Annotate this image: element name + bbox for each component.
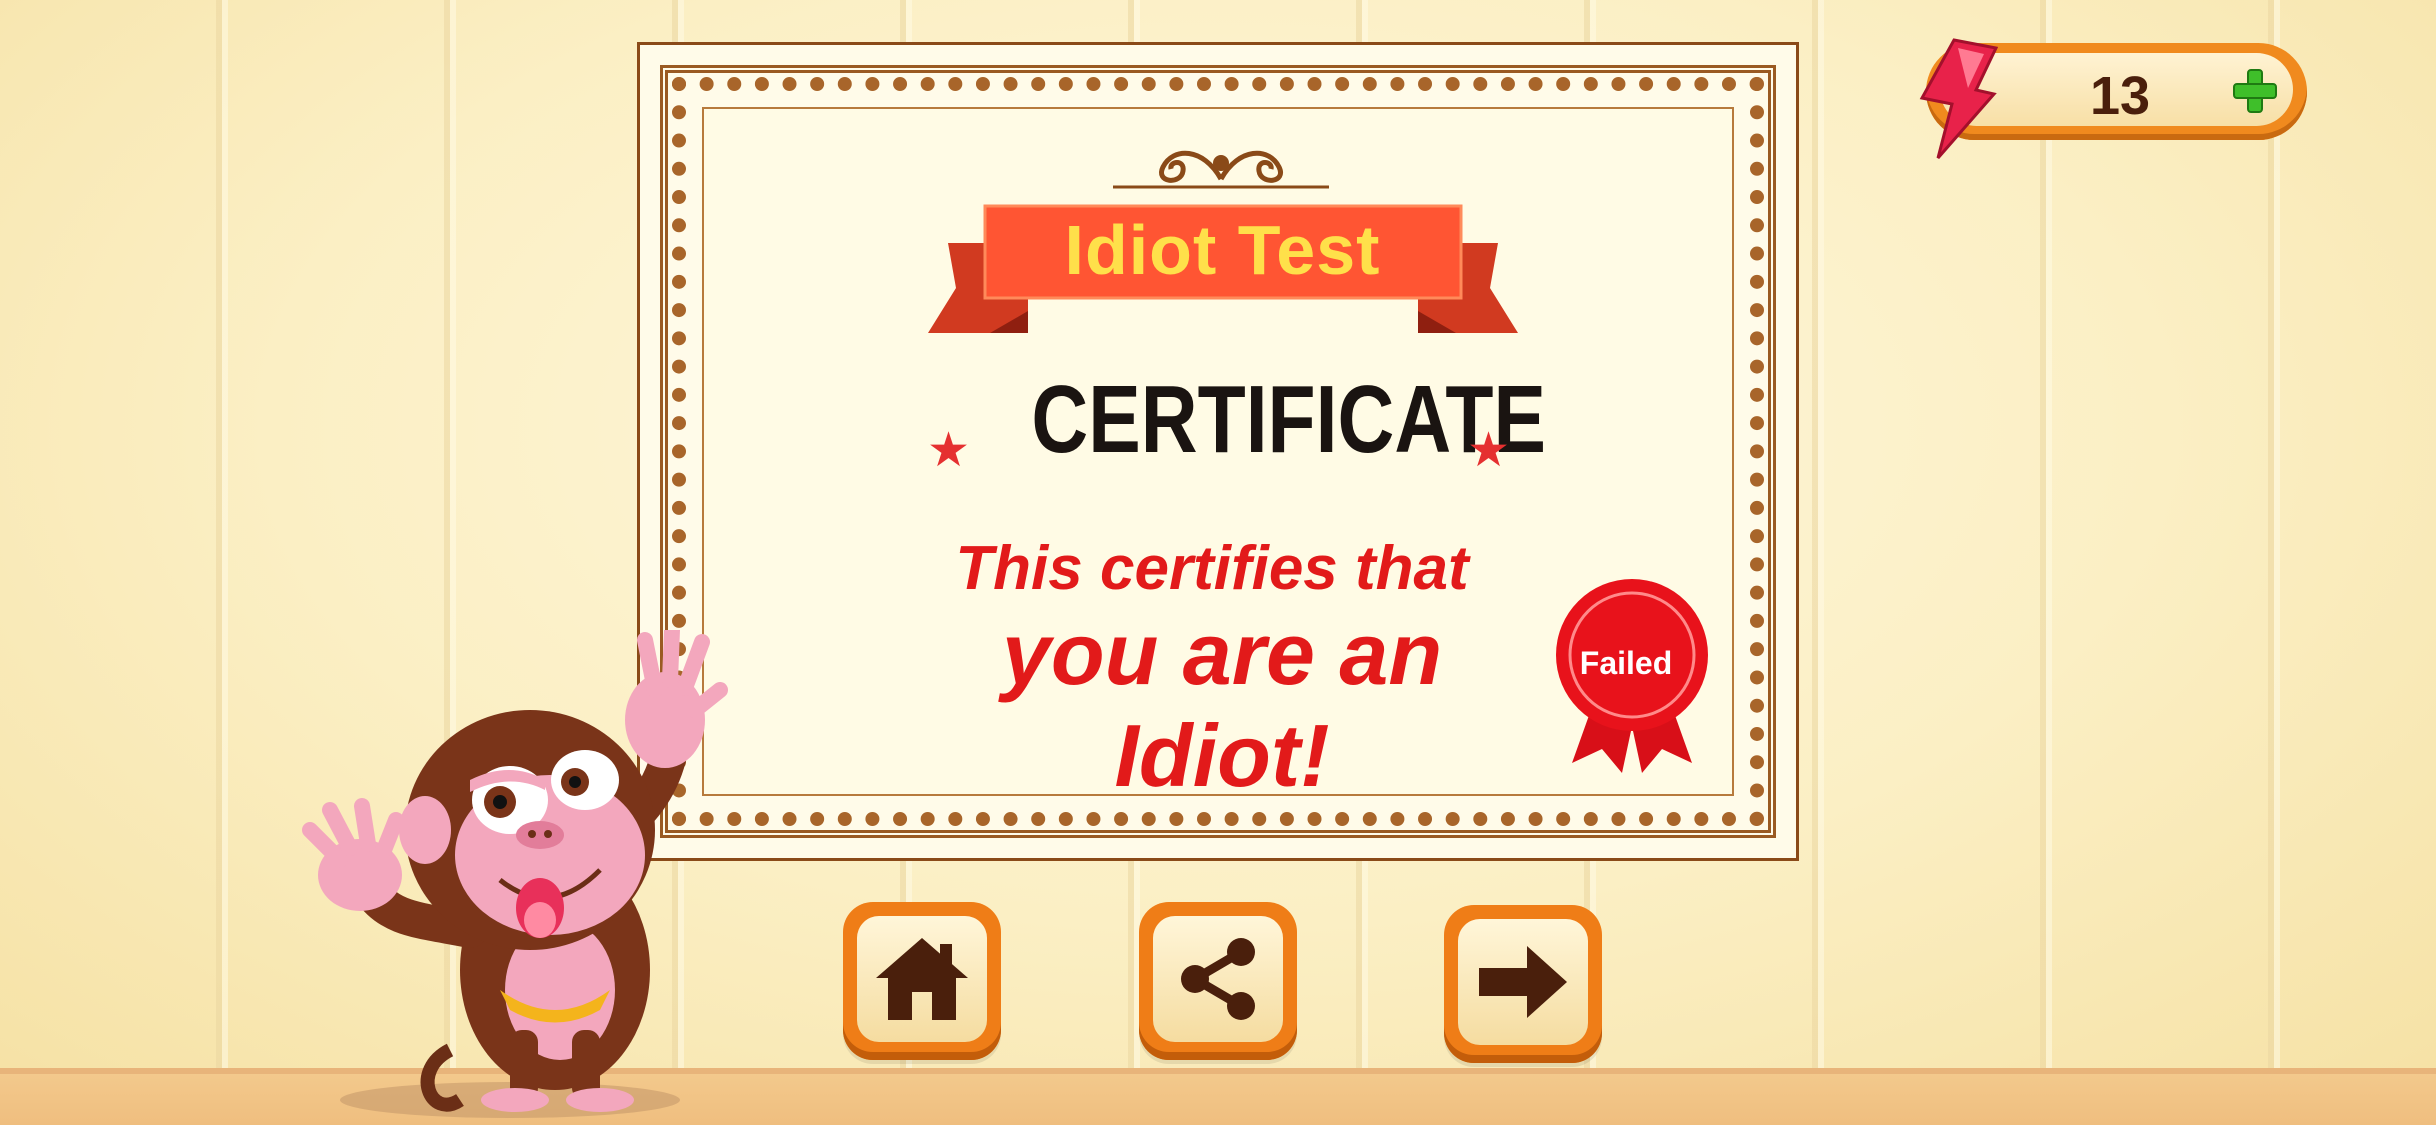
ribbon-title: Idiot Test: [1064, 211, 1381, 289]
flourish-ornament: [1113, 150, 1329, 189]
certificate-panel: Idiot Test CERTIFICATE ★ ★ This certifie…: [637, 42, 1799, 861]
seal-label: Failed: [1579, 645, 1673, 681]
home-button[interactable]: [843, 902, 1001, 1060]
certificate-line-1: This certifies that: [955, 534, 1469, 603]
monkey-character: [302, 630, 728, 1118]
add-energy-button[interactable]: [2230, 66, 2280, 116]
share-icon: [1181, 938, 1255, 1020]
home-icon: [876, 938, 968, 1020]
star-icon: ★: [1467, 424, 1511, 477]
certificate-line-2: you are an Idiot!: [1001, 604, 1443, 805]
lightning-bolt-icon: [1919, 38, 1998, 159]
share-button[interactable]: [1139, 902, 1297, 1060]
next-button[interactable]: [1444, 905, 1602, 1063]
arrow-right-icon: [1479, 946, 1567, 1018]
certificate-heading: CERTIFICATE: [1031, 366, 1546, 473]
star-icon: ★: [927, 424, 971, 477]
